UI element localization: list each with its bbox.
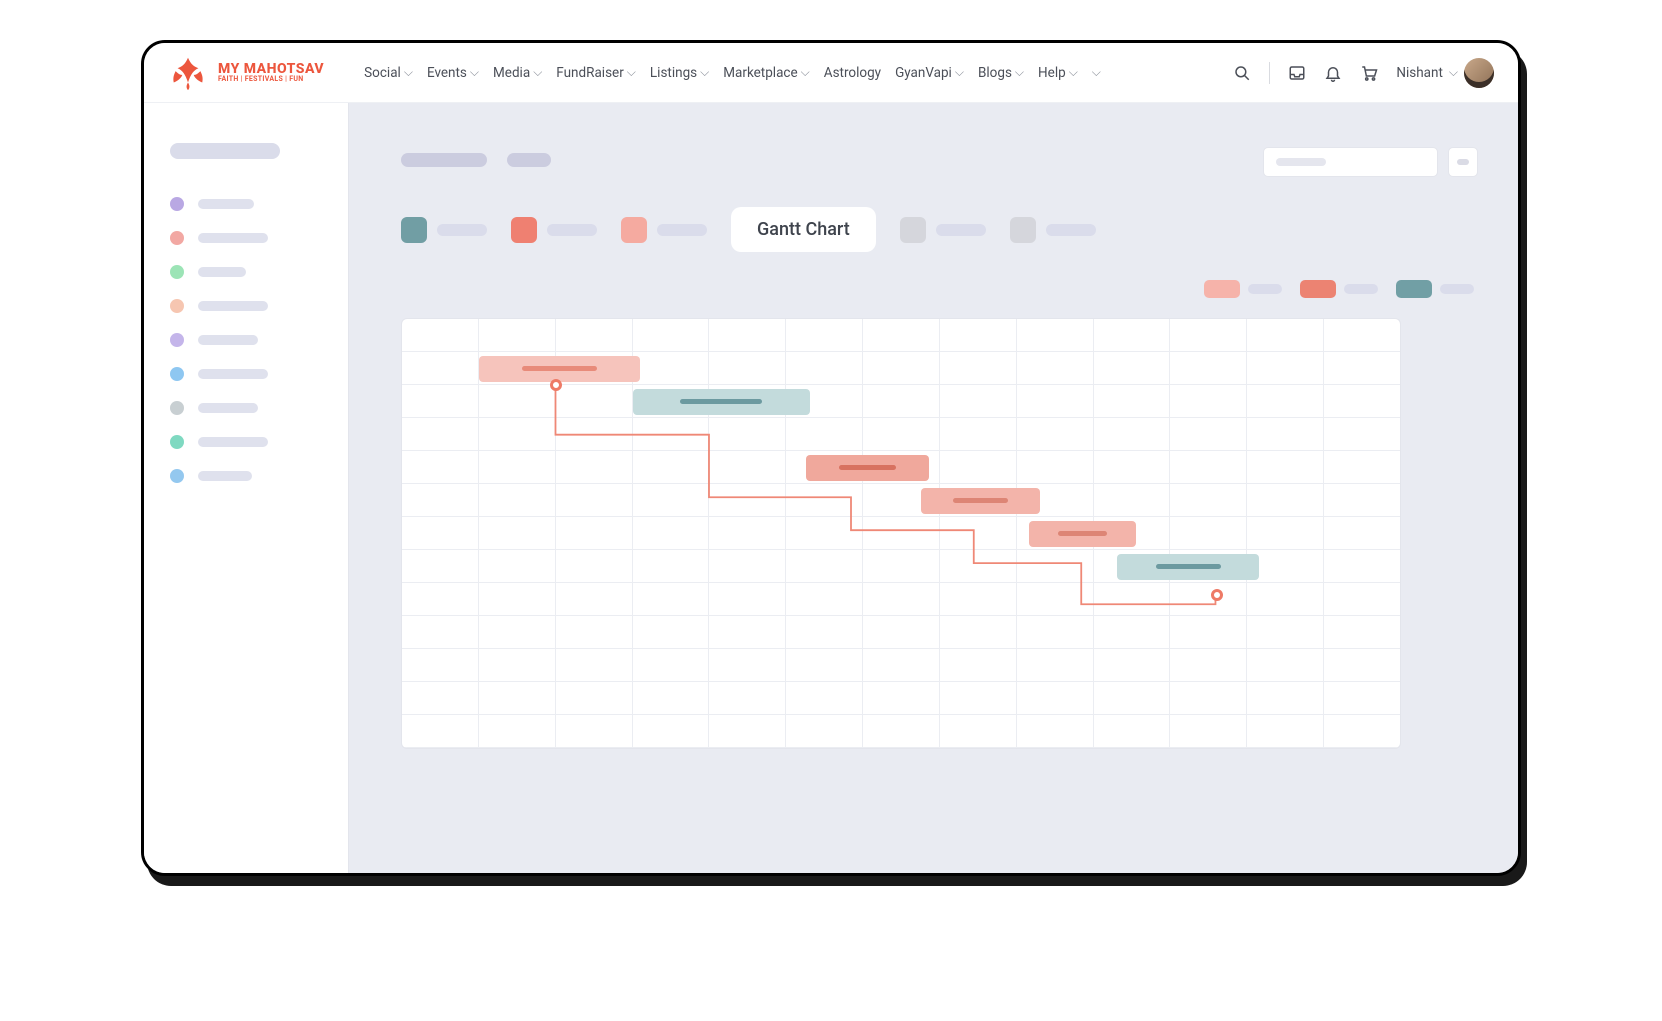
view-tab-extra-0[interactable] <box>900 213 986 247</box>
view-tab-1[interactable] <box>511 213 597 247</box>
logo-icon <box>168 53 208 93</box>
view-tab-2[interactable] <box>621 213 707 247</box>
gantt-task-4[interactable] <box>1029 521 1137 547</box>
gantt-row <box>402 649 1400 682</box>
milestone-0[interactable] <box>550 379 562 391</box>
sidebar-item-4[interactable] <box>144 323 348 357</box>
sidebar-item-8[interactable] <box>144 459 348 493</box>
gantt-task-5[interactable] <box>1117 554 1259 580</box>
nav-item-media[interactable]: Media⌵ <box>493 65 542 81</box>
sidebar-item-5[interactable] <box>144 357 348 391</box>
sidebar-item-2[interactable] <box>144 255 348 289</box>
user-menu[interactable]: Nishant ⌵ <box>1396 58 1494 88</box>
gantt-chart <box>401 318 1401 749</box>
nav-item-astrology[interactable]: Astrology <box>824 65 881 81</box>
more-button[interactable] <box>1448 147 1478 177</box>
logo[interactable]: MY MAHOTSAV FAITH | FESTIVALS | FUN <box>168 53 324 93</box>
nav-more[interactable]: ⌵ <box>1092 65 1101 80</box>
avatar <box>1464 58 1494 88</box>
view-tab-extra-1[interactable] <box>1010 213 1096 247</box>
legend-item-0 <box>1204 280 1282 298</box>
top-actions <box>1263 147 1478 177</box>
sidebar-item-7[interactable] <box>144 425 348 459</box>
sidebar-item-0[interactable] <box>144 187 348 221</box>
brand-name: MY MAHOTSAV <box>218 62 324 76</box>
nav-divider <box>1269 62 1270 84</box>
nav-item-gyanvapi[interactable]: GyanVapi⌵ <box>895 65 964 81</box>
sidebar-header <box>170 143 280 159</box>
gantt-row <box>402 319 1400 352</box>
cart-icon[interactable] <box>1360 64 1378 82</box>
gantt-row <box>402 418 1400 451</box>
view-tab-gantt[interactable]: Gantt Chart <box>731 207 876 252</box>
breadcrumb-segment[interactable] <box>401 153 487 167</box>
legend <box>401 280 1478 298</box>
search-input[interactable] <box>1263 147 1438 177</box>
sidebar <box>144 103 349 873</box>
gantt-row <box>402 715 1400 748</box>
gantt-row <box>402 682 1400 715</box>
legend-item-1 <box>1300 280 1378 298</box>
bell-icon[interactable] <box>1324 64 1342 82</box>
breadcrumb-segment[interactable] <box>507 153 551 167</box>
nav-right: Nishant ⌵ <box>1233 58 1494 88</box>
gantt-task-2[interactable] <box>806 455 929 481</box>
nav-item-listings[interactable]: Listings⌵ <box>650 65 709 81</box>
milestone-1[interactable] <box>1211 589 1223 601</box>
device-frame: MY MAHOTSAV FAITH | FESTIVALS | FUN Soci… <box>141 40 1521 876</box>
gantt-row <box>402 616 1400 649</box>
chevron-down-icon: ⌵ <box>1449 65 1458 80</box>
body-area: Gantt Chart <box>144 103 1518 873</box>
nav-item-events[interactable]: Events⌵ <box>427 65 479 81</box>
sidebar-item-6[interactable] <box>144 391 348 425</box>
view-tabs: Gantt Chart <box>401 207 1478 252</box>
gantt-task-1[interactable] <box>633 389 810 415</box>
brand-tagline: FAITH | FESTIVALS | FUN <box>218 76 324 83</box>
nav-item-marketplace[interactable]: Marketplace⌵ <box>723 65 810 81</box>
gantt-row <box>402 517 1400 550</box>
nav-item-help[interactable]: Help⌵ <box>1038 65 1078 81</box>
inbox-icon[interactable] <box>1288 64 1306 82</box>
search-icon[interactable] <box>1233 64 1251 82</box>
view-tab-0[interactable] <box>401 213 487 247</box>
main-panel: Gantt Chart <box>349 103 1518 873</box>
sidebar-item-3[interactable] <box>144 289 348 323</box>
gantt-task-0[interactable] <box>479 356 640 382</box>
nav-item-fundraiser[interactable]: FundRaiser⌵ <box>556 65 636 81</box>
sidebar-item-1[interactable] <box>144 221 348 255</box>
logo-text: MY MAHOTSAV FAITH | FESTIVALS | FUN <box>218 62 324 83</box>
gantt-row <box>402 484 1400 517</box>
top-nav: MY MAHOTSAV FAITH | FESTIVALS | FUN Soci… <box>144 43 1518 103</box>
user-name: Nishant <box>1396 65 1443 81</box>
gantt-task-3[interactable] <box>921 488 1040 514</box>
gantt-row <box>402 583 1400 616</box>
main-menu: Social⌵ Events⌵ Media⌵ FundRaiser⌵ Listings⌵… <box>364 65 1233 81</box>
nav-item-social[interactable]: Social⌵ <box>364 65 413 81</box>
legend-item-2 <box>1396 280 1474 298</box>
nav-item-blogs[interactable]: Blogs⌵ <box>978 65 1024 81</box>
